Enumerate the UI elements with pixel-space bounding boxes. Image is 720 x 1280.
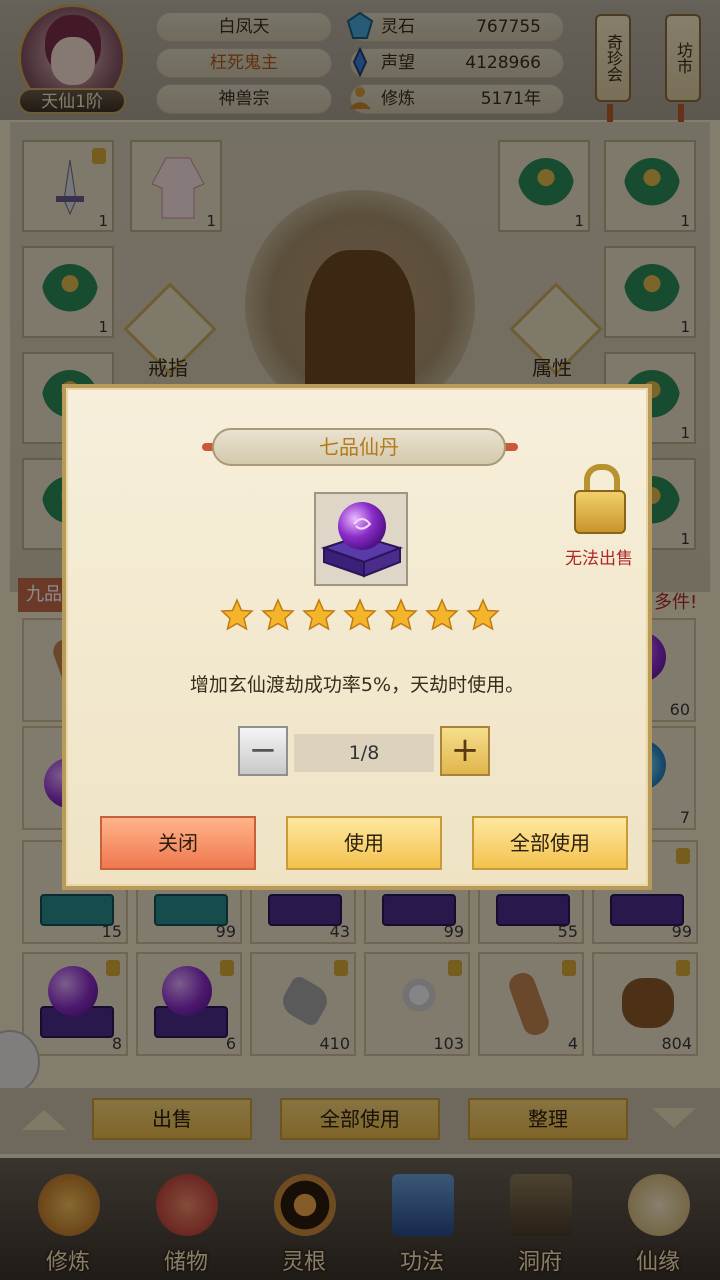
item-title: 七品仙丹 bbox=[212, 428, 506, 466]
star-icon bbox=[302, 598, 336, 631]
purple-pill-orb-icon bbox=[320, 502, 404, 578]
use-all-button[interactable]: 全部使用 bbox=[472, 816, 628, 870]
quantity-display: 1/8 bbox=[294, 734, 434, 772]
star-icon bbox=[425, 598, 459, 631]
item-detail-dialog: 七品仙丹 无法出售 增加玄仙渡劫成功率5%，天劫时使用。 − 1/8 + 关闭 … bbox=[62, 384, 652, 890]
padlock-icon bbox=[574, 464, 626, 534]
star-icon bbox=[220, 598, 254, 631]
increase-quantity-button[interactable]: + bbox=[440, 726, 490, 776]
decrease-quantity-button[interactable]: − bbox=[238, 726, 288, 776]
item-preview bbox=[314, 492, 408, 586]
close-button[interactable]: 关闭 bbox=[100, 816, 256, 870]
star-icon bbox=[343, 598, 377, 631]
use-button[interactable]: 使用 bbox=[286, 816, 442, 870]
item-description: 增加玄仙渡劫成功率5%，天劫时使用。 bbox=[189, 674, 525, 696]
cannot-sell-label: 无法出售 bbox=[565, 549, 633, 569]
star-icon bbox=[384, 598, 418, 631]
star-rating bbox=[220, 598, 510, 638]
star-icon bbox=[261, 598, 295, 631]
star-icon bbox=[466, 598, 500, 631]
